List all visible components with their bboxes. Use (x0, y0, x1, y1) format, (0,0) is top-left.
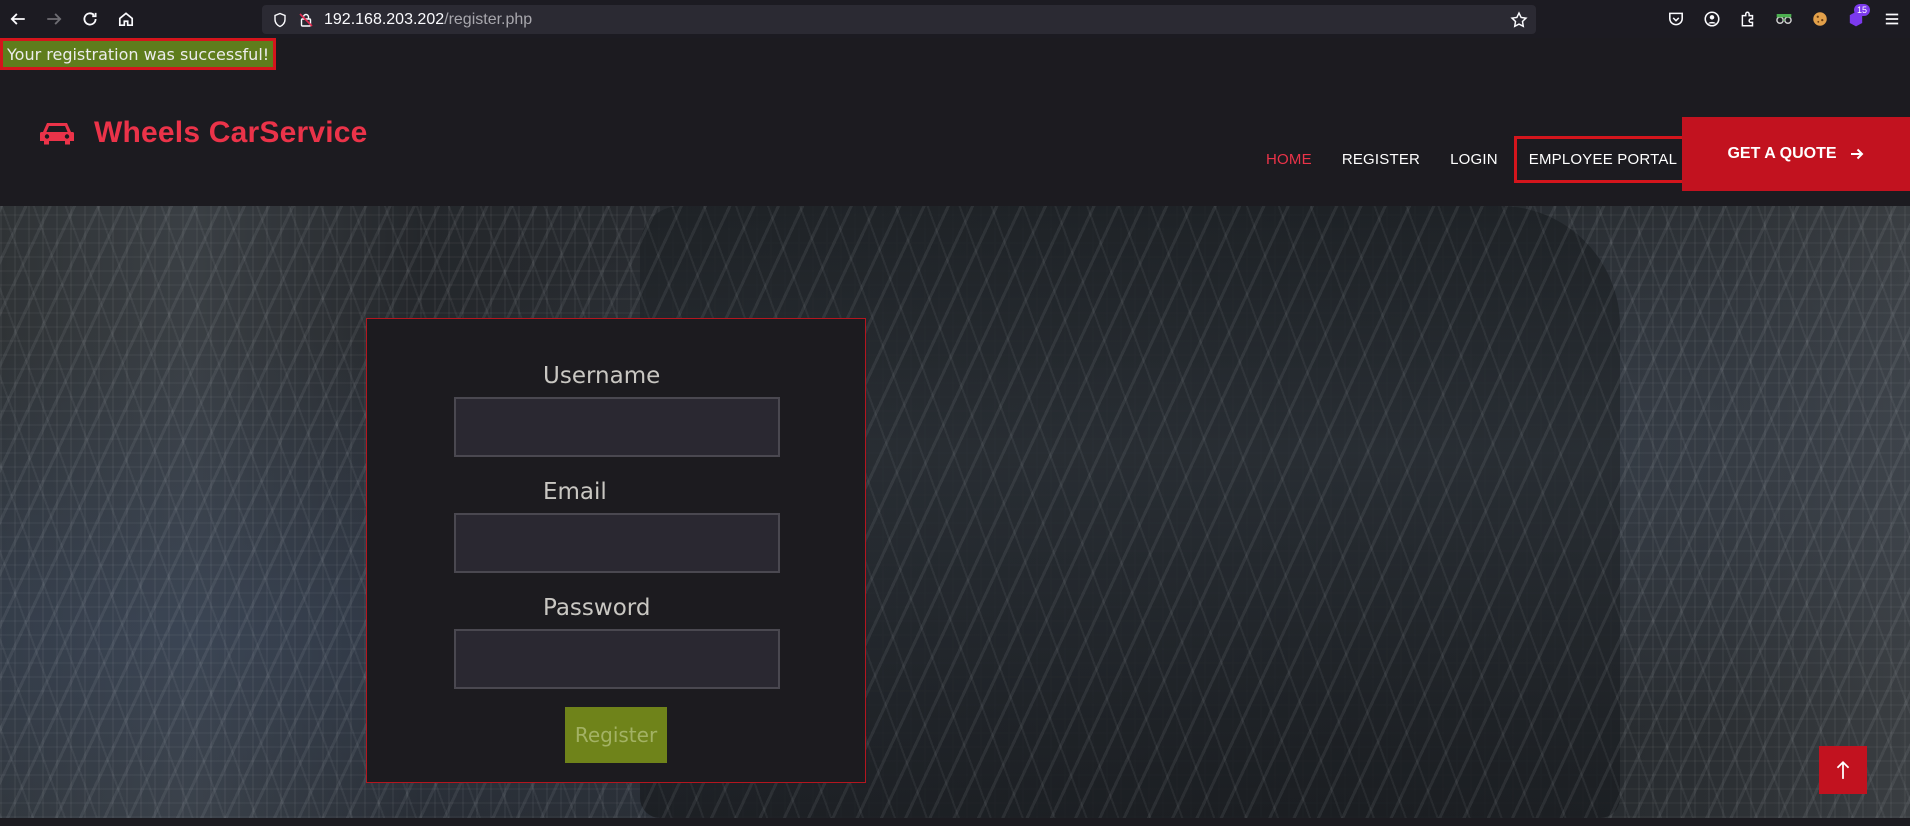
forward-button[interactable] (36, 0, 72, 38)
insecure-lock-icon[interactable] (298, 12, 314, 28)
foxyproxy-extension-button[interactable]: 15 (1838, 0, 1874, 38)
cookie-extension-button[interactable] (1802, 0, 1838, 38)
nav-employee-portal[interactable]: EMPLOYEE PORTAL (1513, 136, 1693, 183)
page: Wheels CarService HOME REGISTER LOGIN EM… (0, 38, 1910, 826)
site-logo[interactable]: Wheels CarService (40, 116, 368, 150)
url-bar[interactable]: 192.168.203.202/register.php (262, 5, 1536, 34)
browser-toolbar: 192.168.203.202/register.php 15 (0, 0, 1910, 38)
car-icon (40, 123, 74, 145)
home-button[interactable] (108, 0, 144, 38)
email-label: Email (543, 479, 607, 505)
hero-foam-overlay (0, 206, 1910, 818)
reload-icon (83, 12, 97, 26)
account-icon (1704, 11, 1720, 27)
extensions-button[interactable] (1730, 0, 1766, 38)
arrow-right-icon (47, 13, 62, 25)
site-header: Wheels CarService HOME REGISTER LOGIN EM… (0, 70, 1910, 206)
arrow-up-icon (1836, 760, 1850, 779)
arrow-right-icon (1850, 148, 1863, 160)
pocket-button[interactable] (1658, 0, 1694, 38)
cookie-icon (1813, 12, 1827, 26)
url-path: /register.php (444, 10, 533, 28)
url-host: 192.168.203.202 (324, 10, 445, 28)
account-button[interactable] (1694, 0, 1730, 38)
browser-toolbar-right: 15 (1658, 0, 1910, 38)
username-input[interactable] (454, 397, 780, 457)
home-icon (118, 12, 134, 27)
brand-name: Wheels CarService (94, 116, 368, 149)
reload-button[interactable] (72, 0, 108, 38)
shield-icon[interactable] (272, 12, 288, 28)
hacktools-extension-button[interactable] (1766, 0, 1802, 38)
username-label: Username (543, 363, 661, 389)
bookmark-star-icon[interactable] (1510, 11, 1528, 29)
back-button[interactable] (0, 0, 36, 38)
pocket-icon (1669, 12, 1683, 26)
get-a-quote-label: GET A QUOTE (1727, 145, 1837, 162)
password-label: Password (543, 595, 651, 621)
hamburger-menu-icon (1885, 13, 1899, 25)
password-input[interactable] (454, 629, 780, 689)
main-nav: HOME REGISTER LOGIN EMPLOYEE PORTAL (1266, 136, 1693, 183)
email-input[interactable] (454, 513, 780, 573)
registration-success-alert: Your registration was successful! (0, 38, 277, 70)
register-form: Username Email Password Register (366, 318, 866, 783)
menu-button[interactable] (1874, 0, 1910, 38)
puzzle-icon (1741, 11, 1754, 27)
register-button[interactable]: Register (565, 707, 667, 763)
url-text[interactable]: 192.168.203.202/register.php (324, 11, 532, 29)
nav-register[interactable]: REGISTER (1342, 151, 1420, 168)
back-to-top-button[interactable] (1819, 746, 1867, 794)
nav-login[interactable]: LOGIN (1450, 151, 1498, 168)
hero-background (0, 206, 1910, 818)
extension-badge: 15 (1853, 4, 1870, 16)
nav-home[interactable]: HOME (1266, 151, 1312, 168)
get-a-quote-button[interactable]: GET A QUOTE (1682, 117, 1910, 191)
glasses-icon (1776, 13, 1792, 25)
arrow-left-icon (10, 13, 25, 25)
